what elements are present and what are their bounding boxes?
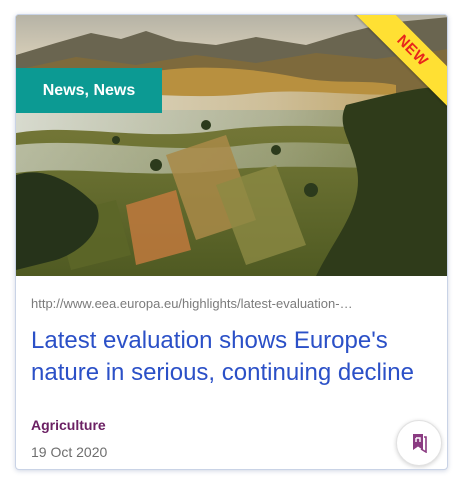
bookmark-button[interactable] — [396, 420, 442, 466]
card-thumbnail-image[interactable]: News, News NEW — [16, 15, 447, 276]
title-fade-overlay — [16, 383, 447, 415]
card-source-url[interactable]: http://www.eea.europa.eu/highlights/late… — [31, 296, 434, 311]
category-badge[interactable]: News, News — [16, 68, 162, 113]
card-topic: Agriculture — [31, 417, 106, 433]
new-ribbon-label: NEW — [354, 15, 447, 110]
bookmark-icon — [413, 434, 427, 453]
new-ribbon: NEW — [354, 15, 447, 110]
news-card[interactable]: News, News NEW http://www.eea.europa.eu/… — [15, 14, 448, 470]
card-date: 19 Oct 2020 — [31, 444, 108, 460]
